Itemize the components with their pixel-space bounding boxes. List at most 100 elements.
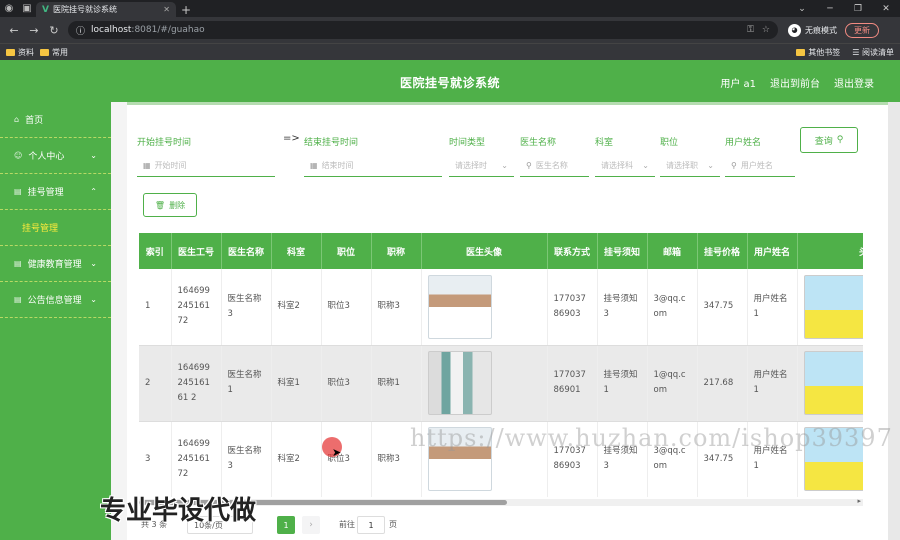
sidebar-item-health-education[interactable]: ▤ 健康教育管理 ⌄ — [0, 246, 111, 282]
info-icon[interactable]: ⓘ — [76, 24, 85, 37]
username-input[interactable]: ⚲ 用户姓名 — [725, 155, 795, 177]
scroll-right-icon[interactable]: ▸ — [857, 497, 861, 505]
chevron-down-icon: ⌄ — [642, 161, 649, 170]
calendar-icon: ▦ — [310, 161, 318, 170]
chevron-down-icon: ⌄ — [707, 161, 714, 170]
post-select[interactable]: 请选择职 ⌄ — [660, 155, 720, 177]
pinned-tab-icon[interactable]: ▣ — [18, 0, 36, 17]
table-row[interactable]: 1 16469924516172 医生名称3 科室2 职位3 职称3 17703… — [139, 269, 863, 346]
column-header[interactable]: 职位 — [321, 233, 372, 269]
sidebar-item-registration[interactable]: ▤ 挂号管理 ⌃ — [0, 174, 111, 210]
start-time-input[interactable]: ▦ 开始时间 — [137, 155, 275, 177]
goto-page-input[interactable]: 1 — [357, 516, 385, 534]
app-header: 医院挂号就诊系统 用户 a1 退出到前台 退出登录 — [0, 60, 900, 102]
delete-button[interactable]: 🗑 删除 — [143, 193, 197, 217]
update-button[interactable]: 更新 — [845, 22, 879, 38]
close-window-icon[interactable]: ✕ — [872, 4, 900, 14]
cell-email: 3@qq.com — [647, 269, 698, 346]
incognito-label: 无痕模式 — [805, 25, 837, 35]
logout-link[interactable]: 退出登录 — [834, 75, 874, 90]
tab-close-icon[interactable]: ✕ — [163, 5, 170, 14]
column-header[interactable]: 联系方式 — [547, 233, 598, 269]
star-icon[interactable]: ☆ — [762, 25, 770, 35]
cell-user-avatar — [797, 345, 863, 422]
browser-tab[interactable]: V 医院挂号就诊系统 ✕ — [36, 2, 176, 17]
bookmark-item[interactable]: 资料 — [6, 47, 34, 58]
mouse-pointer-icon: ➤ — [332, 446, 342, 459]
cell-title: 职称3 — [371, 269, 422, 346]
cell-username: 用户姓名1 — [747, 345, 798, 422]
watermark-slogan: 专业毕设代做 — [100, 496, 257, 526]
cell-doctor-name: 医生名称3 — [221, 421, 272, 497]
back-icon[interactable]: ← — [4, 24, 24, 37]
calendar-icon: ▦ — [143, 161, 151, 170]
cell-doctor-name: 医生名称1 — [221, 345, 272, 422]
chevron-down-icon: ⌄ — [501, 161, 508, 170]
search-icon: ⚲ — [526, 161, 532, 170]
new-tab-button[interactable]: + — [176, 3, 196, 17]
column-header[interactable]: 科室 — [271, 233, 322, 269]
key-icon[interactable]: ⚿ — [747, 25, 754, 35]
column-header[interactable]: 医生名称 — [221, 233, 272, 269]
time-type-select[interactable]: 请选择时 ⌄ — [449, 155, 514, 177]
cell-doctor-avatar — [421, 345, 548, 422]
sidebar: ⌂ 首页 ☺ 个人中心 ⌄ ▤ 挂号管理 ⌃ 挂号管理 ▤ 健康教育管理 ⌄ ▤ 公告信息管理 ⌄ — [0, 102, 111, 540]
vue-favicon-icon: V — [42, 4, 49, 15]
column-header[interactable]: 医生头像 — [421, 233, 548, 269]
doctor-avatar-image[interactable] — [427, 351, 492, 415]
forward-icon[interactable]: → — [24, 24, 44, 37]
cell-title: 职称1 — [371, 345, 422, 422]
minimize-icon[interactable]: ─ — [816, 4, 844, 14]
sidebar-item-personal-center[interactable]: ☺ 个人中心 ⌄ — [0, 138, 111, 174]
cell-doctor-name: 医生名称3 — [221, 269, 272, 346]
column-header[interactable]: 用户姓名 — [747, 233, 798, 269]
end-time-label: 结束挂号时间 — [304, 138, 359, 148]
home-icon: ⌂ — [14, 115, 20, 124]
column-header[interactable]: 头像 — [797, 233, 863, 269]
tab-search-icon[interactable]: ⌄ — [788, 4, 816, 14]
bookmark-item[interactable]: 常用 — [40, 47, 68, 58]
cell-dept: 科室2 — [271, 269, 322, 346]
column-header[interactable]: 职称 — [371, 233, 422, 269]
end-time-input[interactable]: ▦ 结束时间 — [304, 155, 442, 177]
restore-icon[interactable]: ❐ — [844, 4, 872, 14]
url-field[interactable]: ⓘ localhost:8081/#/guahao ⚿ ☆ — [68, 21, 778, 39]
cell-dept: 科室1 — [271, 345, 322, 422]
next-page-button[interactable]: › — [302, 516, 320, 534]
query-button[interactable]: 查询 ⚲ — [800, 127, 858, 153]
table-row[interactable]: 2 16469924516161 2 医生名称1 科室1 职位3 职称1 177… — [139, 345, 863, 422]
folder-icon — [796, 48, 806, 56]
browser-menu-icon[interactable]: ◉ — [0, 0, 18, 17]
page-number-button[interactable]: 1 — [277, 516, 295, 534]
column-header[interactable]: 挂号须知 — [597, 233, 648, 269]
reload-icon[interactable]: ↻ — [44, 24, 64, 37]
menu-icon: ▤ — [14, 187, 22, 196]
doctor-avatar-image[interactable] — [427, 274, 492, 339]
cell-post: 职位3 — [321, 269, 372, 346]
column-header[interactable]: 索引 — [139, 233, 172, 269]
doctor-name-input[interactable]: ⚲ 医生名称 — [520, 155, 589, 177]
folder-icon — [40, 48, 49, 56]
sidebar-item-home[interactable]: ⌂ 首页 — [0, 102, 111, 138]
range-arrow: => — [283, 133, 300, 144]
browser-tab-bar: ◉ ▣ V 医院挂号就诊系统 ✕ + ⌄ ─ ❐ ✕ — [0, 0, 900, 17]
dept-select[interactable]: 请选择科 ⌄ — [595, 155, 655, 177]
user-avatar-image[interactable] — [803, 274, 863, 339]
page-unit-label: 页 — [389, 520, 397, 529]
column-header[interactable]: 邮箱 — [647, 233, 698, 269]
cell-dept: 科室2 — [271, 421, 322, 497]
goto-label: 前往 — [339, 520, 355, 529]
other-bookmarks[interactable]: 其他书签 — [796, 47, 840, 58]
incognito-indicator[interactable]: ◕ 无痕模式 — [788, 23, 837, 37]
sidebar-subitem-registration[interactable]: 挂号管理 — [0, 210, 111, 246]
reading-list[interactable]: ☰ 阅读清单 — [852, 47, 894, 58]
content-panel: 开始挂号时间 => 结束挂号时间 时间类型 医生名称 科室 职位 用户姓名 ▦ 开… — [127, 102, 888, 540]
column-header[interactable]: 医生工号 — [171, 233, 222, 269]
user-avatar-image[interactable] — [803, 351, 863, 415]
back-to-front-link[interactable]: 退出到前台 — [770, 75, 820, 90]
chevron-right-icon: › — [309, 520, 313, 530]
column-header[interactable]: 挂号价格 — [697, 233, 748, 269]
cell-notice: 挂号须知1 — [597, 345, 648, 422]
sidebar-item-announcement[interactable]: ▤ 公告信息管理 ⌄ — [0, 282, 111, 318]
chevron-down-icon: ⌄ — [90, 259, 97, 268]
